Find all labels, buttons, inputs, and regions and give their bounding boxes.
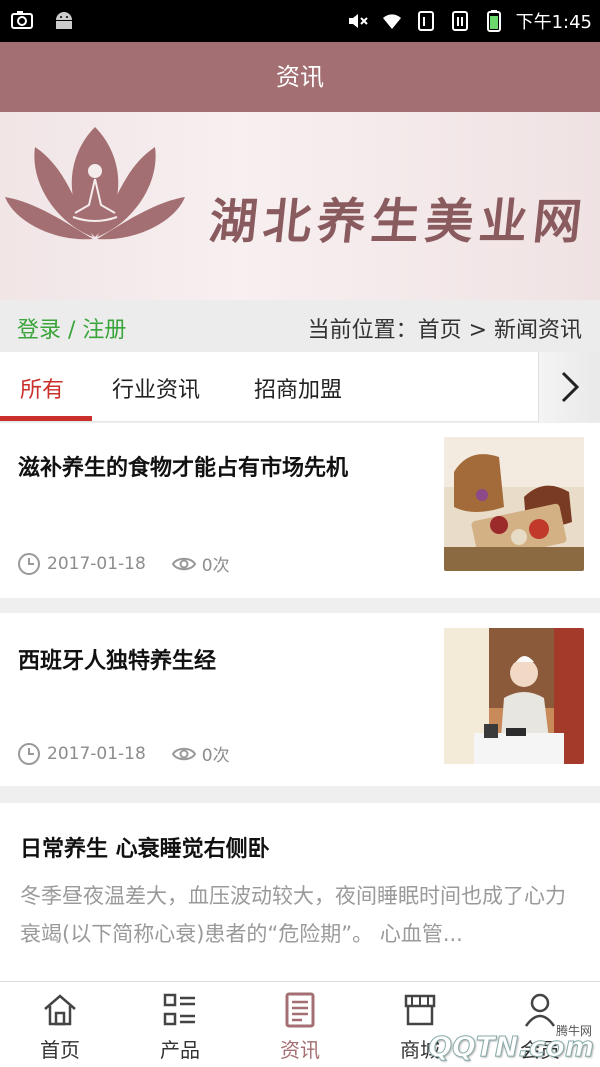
brand-name: 湖北养生美业网	[206, 194, 591, 250]
nav-news[interactable]: 资讯	[240, 982, 360, 1067]
nav-products-label: 产品	[160, 1038, 200, 1062]
breadcrumb: 当前位置：首页 > 新闻资讯	[307, 318, 582, 343]
camera-icon	[11, 11, 33, 29]
android-icon	[56, 12, 72, 29]
watermark: 腾牛网 QQTN.com	[428, 1022, 595, 1064]
news-views: 0次	[201, 746, 230, 766]
status-bar: 下午1:45	[0, 0, 600, 42]
nav-home[interactable]: 首页	[0, 982, 120, 1067]
banner: 湖北养生美业网	[0, 112, 600, 300]
battery-icon	[486, 10, 501, 32]
news-excerpt: 冬季昼夜温差大，血压波动较大，夜间睡眠时间也成了心力衰竭(以下简称心衰)患者的“…	[20, 884, 566, 946]
news-meta: 2017-01-18 0次	[17, 741, 230, 766]
page-title: 资讯	[0, 42, 600, 112]
tab-franchise[interactable]: 招商加盟	[254, 372, 342, 404]
lotus-logo-icon	[5, 127, 185, 240]
product-list-icon	[163, 993, 195, 1026]
sim2-icon	[451, 11, 468, 31]
clock-icon	[18, 742, 40, 765]
news-icon	[285, 992, 315, 1028]
tabs-scroll-button[interactable]	[538, 352, 600, 422]
wifi-icon	[382, 14, 401, 29]
clock-icon	[18, 552, 40, 575]
news-thumbnail[interactable]	[444, 437, 584, 571]
tab-industry-news[interactable]: 行业资讯	[112, 372, 200, 404]
active-tab-indicator	[0, 416, 92, 421]
sim1-icon	[417, 11, 434, 31]
clock: 下午1:45	[515, 12, 592, 33]
nav-news-label: 资讯	[280, 1038, 320, 1062]
news-item[interactable]: 日常养生 心衰睡觉右侧卧 冬季昼夜温差大，血压波动较大，夜间睡眠时间也成了心力衰…	[0, 803, 600, 981]
category-tabs: 所有 行业资讯 招商加盟	[0, 352, 600, 422]
news-meta: 2017-01-18 0次	[17, 551, 230, 576]
chevron-right-icon	[561, 371, 579, 403]
news-views: 0次	[201, 556, 230, 576]
store-icon	[404, 994, 436, 1026]
news-title[interactable]: 日常养生 心衰睡觉右侧卧	[20, 831, 270, 863]
breadcrumb-row: 登录 / 注册 当前位置：首页 > 新闻资讯	[0, 300, 600, 352]
nav-products[interactable]: 产品	[120, 982, 240, 1067]
news-date: 2017-01-18	[47, 743, 146, 764]
watermark-logo: QQTN.com	[428, 1030, 595, 1064]
news-item[interactable]: 西班牙人独特养生经 2017-01-18 0次	[0, 613, 600, 786]
news-title[interactable]: 西班牙人独特养生经	[18, 643, 216, 675]
news-item[interactable]: 滋补养生的食物才能占有市场先机 2017-01-18 0次	[0, 423, 600, 598]
eye-icon	[171, 557, 196, 570]
eye-icon	[171, 747, 196, 760]
tab-all[interactable]: 所有	[20, 372, 64, 404]
home-icon	[44, 994, 76, 1026]
mute-icon	[348, 14, 368, 28]
nav-home-label: 首页	[40, 1038, 80, 1062]
news-thumbnail[interactable]	[444, 628, 584, 764]
news-title[interactable]: 滋补养生的食物才能占有市场先机	[18, 450, 348, 482]
news-date: 2017-01-18	[47, 553, 146, 574]
login-register-link[interactable]: 登录 / 注册	[17, 312, 126, 344]
